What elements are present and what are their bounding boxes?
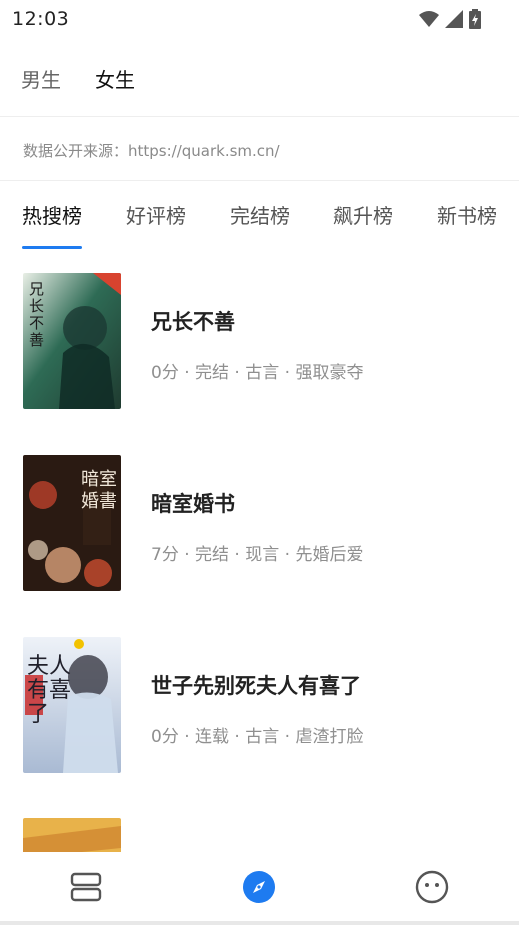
tab-female[interactable]: 女生 (95, 64, 135, 93)
book-cover-title: 夫人有喜了 (27, 654, 72, 727)
book-item[interactable]: 兄长不善 兄长不善 0分 · 完结 · 古言 · 强取豪夺 (0, 273, 519, 413)
book-item[interactable]: 暗室婚書 暗室婚书 7分 · 完结 · 现言 · 先婚后爱 (0, 455, 519, 595)
profile-face-icon (415, 870, 449, 904)
screen-bottom-edge (0, 921, 519, 925)
cell-signal-icon (445, 10, 463, 28)
book-cover-title: 暗室婚書 (81, 469, 117, 512)
book-meta: 0分 · 连载 · 古言 · 虐渣打脸 (151, 727, 364, 747)
wifi-icon (419, 11, 439, 27)
book-item[interactable]: 夫人有喜了 世子先别死夫人有喜了 0分 · 连载 · 古言 · 虐渣打脸 (0, 637, 519, 777)
book-title[interactable]: 世子先别死夫人有喜了 (151, 670, 361, 700)
battery-icon (469, 9, 481, 29)
book-title[interactable]: 暗室婚书 (151, 488, 235, 518)
nav-profile[interactable] (414, 869, 450, 905)
book-cover[interactable]: 暗室婚書 (23, 455, 121, 591)
book-cover-art (23, 818, 121, 852)
book-cover-title: 兄长不善 (29, 280, 45, 349)
book-title[interactable]: 兄长不善 (151, 306, 235, 336)
tab-new-books[interactable]: 新书榜 (437, 200, 497, 229)
nav-bookshelf[interactable] (68, 869, 104, 905)
status-bar: 12:03 (0, 0, 519, 40)
book-cover[interactable] (23, 818, 121, 852)
tab-completed[interactable]: 完结榜 (230, 200, 290, 229)
book-cover[interactable]: 夫人有喜了 (23, 637, 121, 773)
bottom-nav (0, 853, 519, 921)
tab-top-rated[interactable]: 好评榜 (126, 200, 186, 229)
tab-male[interactable]: 男生 (21, 64, 61, 93)
status-icons (419, 9, 481, 29)
status-time: 12:03 (12, 8, 70, 30)
divider (0, 116, 519, 117)
book-cover[interactable]: 兄长不善 (23, 273, 121, 409)
rank-tabs: 热搜榜 好评榜 完结榜 飙升榜 新书榜 (0, 200, 519, 234)
bookshelf-icon (70, 872, 102, 902)
divider (0, 180, 519, 181)
tab-hot-search[interactable]: 热搜榜 (22, 200, 82, 229)
nav-discover[interactable] (241, 869, 277, 905)
book-list[interactable]: 兄长不善 兄长不善 0分 · 完结 · 古言 · 强取豪夺 暗室婚書 暗室婚书 … (0, 272, 519, 852)
gender-tabs: 男生 女生 (0, 60, 519, 96)
active-tab-indicator (22, 246, 82, 249)
data-source-note: 数据公开来源：https://quark.sm.cn/ (23, 142, 280, 160)
tab-rising[interactable]: 飙升榜 (333, 200, 393, 229)
compass-icon (243, 871, 275, 903)
book-item[interactable] (0, 818, 519, 852)
book-meta: 7分 · 完结 · 现言 · 先婚后爱 (151, 545, 364, 565)
app-screen: 12:03 男生 女生 数据公开来源：https://quark.sm.cn/ … (0, 0, 519, 925)
book-meta: 0分 · 完结 · 古言 · 强取豪夺 (151, 363, 364, 383)
